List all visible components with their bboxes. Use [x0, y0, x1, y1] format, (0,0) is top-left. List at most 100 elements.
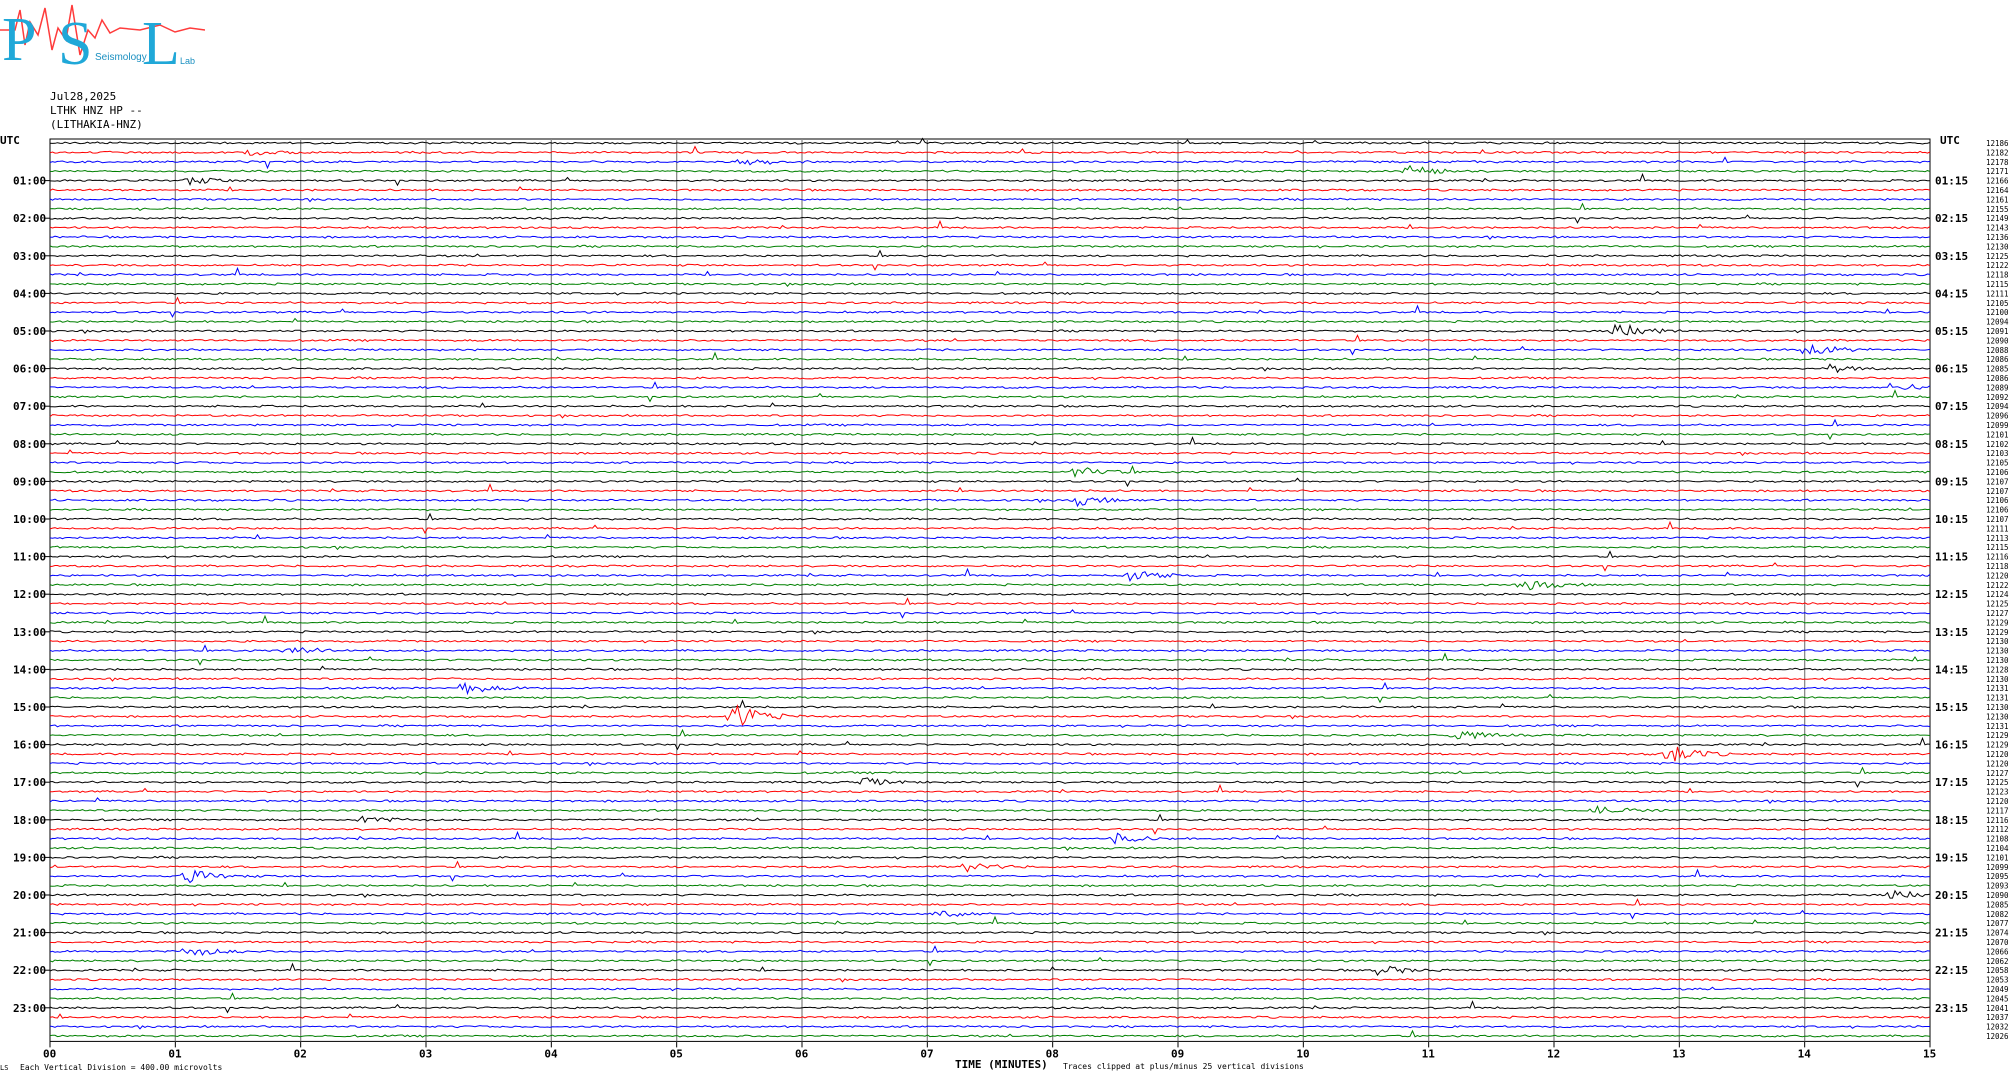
trace-value-label: 12166: [1986, 177, 2009, 186]
seismic-trace: [50, 630, 1931, 635]
trace-value-label: 12131: [1986, 694, 2009, 703]
clip-note: Traces clipped at plus/minus 25 vertical…: [1063, 1062, 1304, 1071]
trace-value-label: 12100: [1986, 308, 2009, 317]
trace-value-label: 12106: [1986, 506, 2009, 515]
seismic-trace: [49, 597, 1931, 606]
hour-tick-label-right: 16:15: [1935, 739, 1968, 752]
trace-value-label: 12088: [1986, 346, 2009, 355]
seismic-trace: [50, 381, 1931, 390]
trace-value-label: 12164: [1986, 186, 2009, 195]
trace-value-label: 12129: [1986, 741, 2009, 750]
seismic-trace: [49, 545, 1931, 551]
seismic-trace: [49, 638, 1931, 644]
seismic-trace: [49, 550, 1931, 559]
trace-value-label: 12130: [1986, 637, 2009, 646]
minute-tick-label: 06: [795, 1047, 809, 1060]
hour-tick-label-right: 14:15: [1935, 663, 1968, 676]
trace-value-label: 12124: [1986, 590, 2009, 599]
trace-value-label: 12049: [1986, 985, 2009, 994]
trace-value-label: 12093: [1986, 882, 2009, 891]
trace-value-label: 12125: [1986, 778, 2009, 787]
minute-tick-label: 03: [419, 1047, 432, 1060]
trace-value-label: 12086: [1986, 355, 2009, 364]
hour-tick-label-left: 15:00: [13, 701, 46, 714]
seismic-trace: [49, 436, 1931, 446]
trace-value-label: 12066: [1986, 947, 2009, 956]
seismic-trace: [49, 915, 1931, 925]
seismic-trace: [49, 746, 1931, 762]
seismic-trace: [49, 693, 1931, 704]
trace-value-label: 12161: [1986, 195, 2009, 204]
seismic-trace: [50, 249, 1931, 258]
seismic-trace: [49, 282, 1931, 287]
minute-tick-label: 13: [1672, 1047, 1685, 1060]
minute-tick-label: 00: [43, 1047, 56, 1060]
hour-tick-label-left: 21:00: [13, 927, 46, 940]
seismic-trace: [49, 389, 1931, 403]
trace-value-label: 12102: [1986, 440, 2009, 449]
seismic-trace: [49, 261, 1931, 271]
trace-value-label: 12099: [1986, 421, 2009, 430]
trace-value-label: 12120: [1986, 797, 2009, 806]
trace-value-label: 12130: [1986, 675, 2009, 684]
seismic-trace: [49, 868, 1931, 884]
trace-value-label: 12094: [1986, 402, 2009, 411]
minute-tick-label: 11: [1422, 1047, 1436, 1060]
trace-value-label: 12115: [1986, 543, 2009, 552]
seismic-trace: [49, 804, 1931, 815]
minute-tick-label: 01: [168, 1047, 182, 1060]
trace-value-label: 12127: [1986, 609, 2009, 618]
hour-tick-label-left: 19:00: [13, 851, 46, 864]
seismic-trace: [49, 197, 1931, 203]
seismic-trace: [49, 244, 1930, 249]
hour-tick-label-right: 20:15: [1935, 889, 1968, 902]
seismic-trace: [49, 413, 1931, 419]
hour-tick-label-right: 10:15: [1935, 513, 1968, 526]
seismic-trace: [49, 465, 1931, 478]
trace-value-label: 12101: [1986, 430, 2009, 439]
trace-value-label: 12041: [1986, 1004, 2009, 1013]
seismic-trace: [49, 898, 1931, 907]
seismic-trace: [49, 940, 1931, 945]
scale-note: Each Vertical Division = 400.00 microvol…: [20, 1063, 223, 1072]
trace-value-label: 12118: [1986, 562, 2009, 571]
trace-value-label: 12122: [1986, 261, 2009, 270]
trace-value-label: 12136: [1986, 233, 2009, 242]
hour-tick-label-right: 15:15: [1935, 701, 1968, 714]
seismic-trace: [49, 825, 1931, 835]
trace-value-label: 12062: [1986, 957, 2009, 966]
trace-value-label: 12130: [1986, 703, 2009, 712]
seismic-trace: [49, 449, 1931, 457]
hour-tick-label-left: 10:00: [13, 513, 46, 526]
seismic-trace: [49, 830, 1931, 845]
hour-tick-label-right: 05:15: [1935, 325, 1968, 338]
seismic-trace: [49, 363, 1931, 374]
trace-value-label: 12115: [1986, 280, 2009, 289]
trace-value-label: 12090: [1986, 336, 2009, 345]
hour-tick-label-left: 17:00: [13, 776, 46, 789]
seismic-trace: [49, 418, 1931, 428]
seismic-trace: [49, 291, 1931, 296]
trace-value-label: 12105: [1986, 299, 2009, 308]
seismic-trace: [49, 956, 1931, 967]
hour-tick-label-left: 05:00: [13, 325, 46, 338]
seismic-trace: [49, 889, 1931, 899]
seismic-trace: [49, 783, 1931, 794]
trace-value-label: 12101: [1986, 853, 2009, 862]
minute-tick-label: 12: [1547, 1047, 1560, 1060]
seismic-trace: [49, 1029, 1931, 1038]
trace-value-label: 12045: [1986, 994, 2009, 1003]
trace-value-label: 12091: [1986, 327, 2009, 336]
trace-value-label: 12108: [1986, 835, 2009, 844]
hour-tick-label-right: 01:15: [1935, 175, 1968, 188]
seismic-trace: [49, 761, 1931, 767]
seismic-trace: [49, 909, 1931, 920]
trace-value-label: 12086: [1986, 374, 2009, 383]
trace-value-label: 12130: [1986, 647, 2009, 656]
seismic-trace: [49, 609, 1931, 619]
seismic-trace: [49, 681, 1931, 696]
seismic-trace: [49, 777, 1931, 788]
seismic-trace: [49, 402, 1931, 408]
seismic-trace: [49, 592, 1931, 597]
trace-value-label: 12107: [1986, 515, 2009, 524]
